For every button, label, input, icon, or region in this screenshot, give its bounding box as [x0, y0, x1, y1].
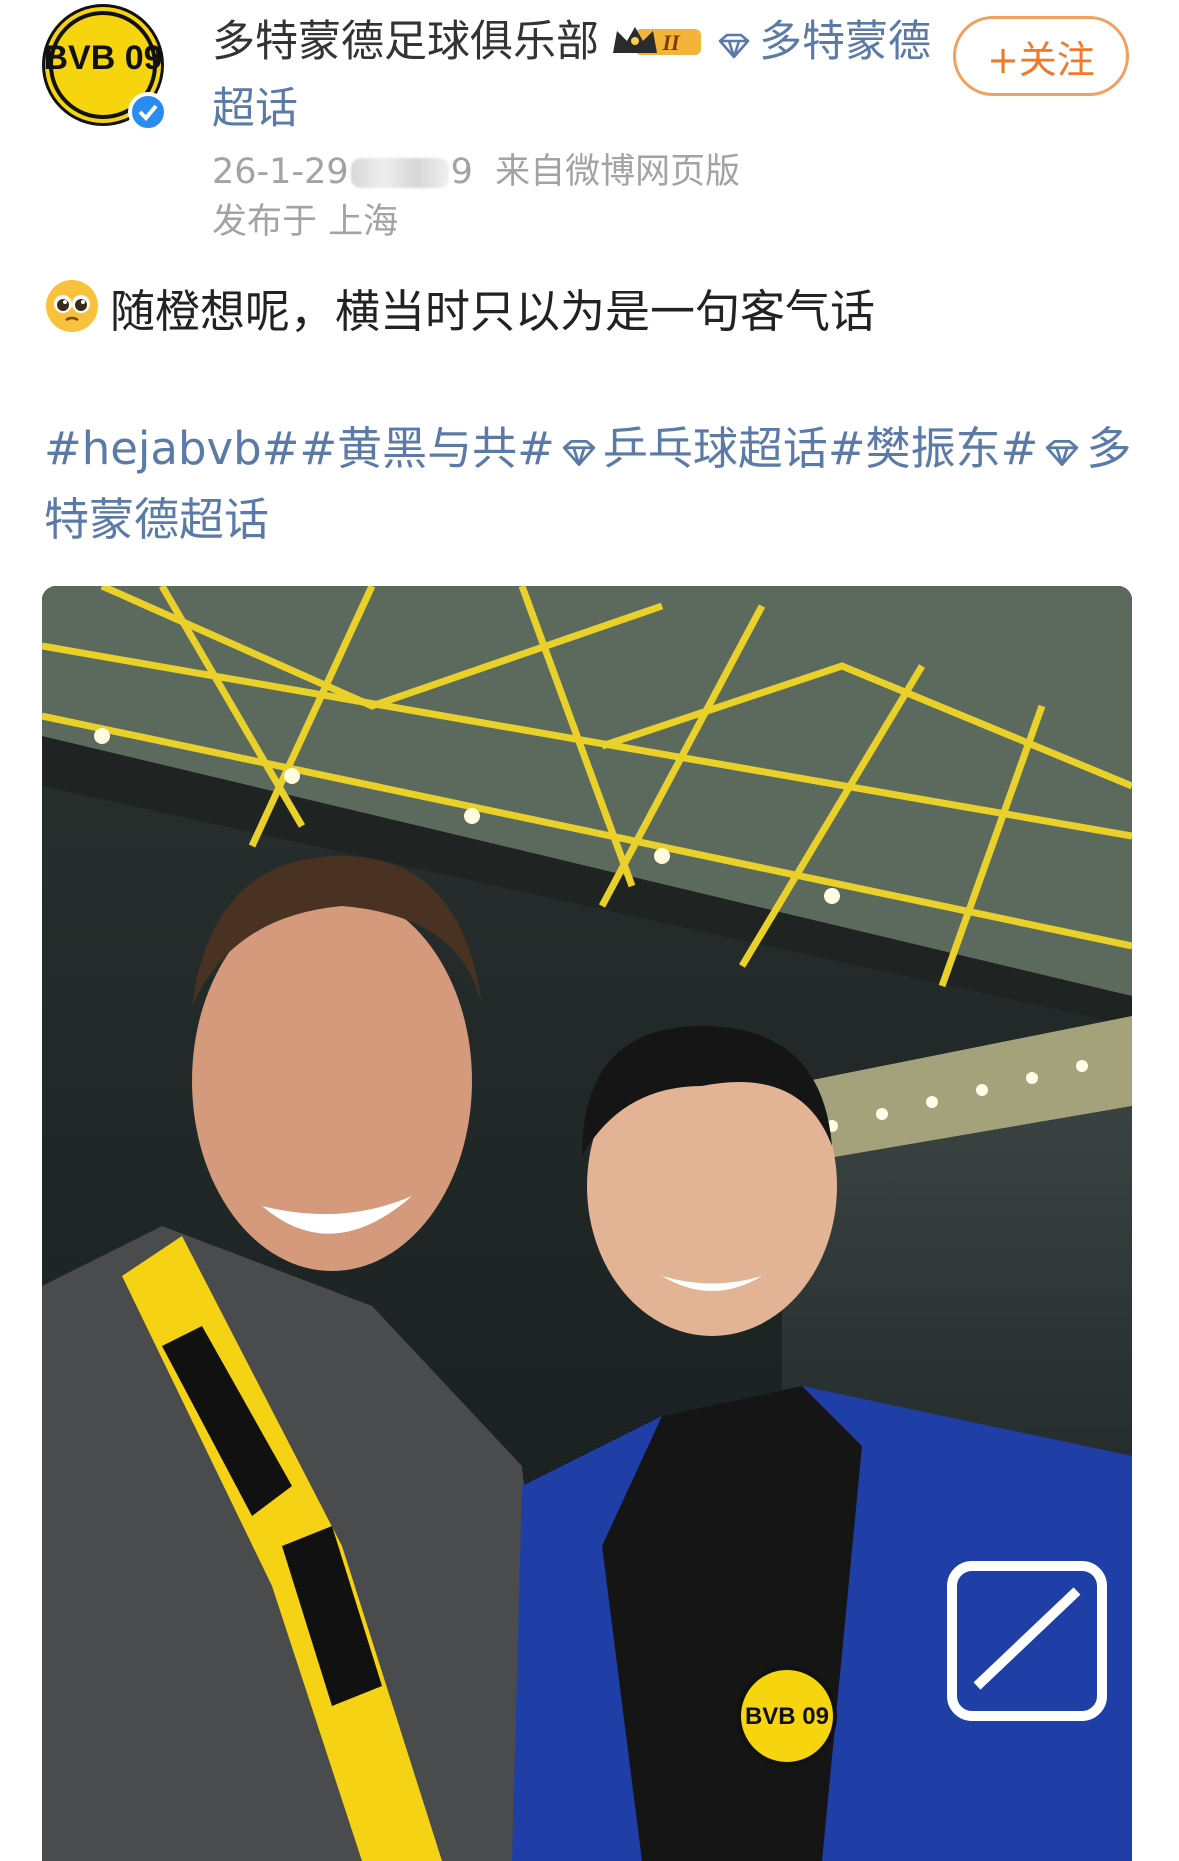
crown-badge-icon[interactable]: II — [609, 13, 705, 77]
post-date: 26-1-29 — [212, 151, 349, 192]
diamond-icon — [561, 418, 597, 486]
pleading-face-emoji-icon — [44, 278, 100, 352]
follow-button-label: +关注 — [987, 37, 1095, 82]
hashtag-hejabvb[interactable]: #hejabvb# — [44, 422, 299, 475]
hashtag-fanzhendong[interactable]: #樊振东# — [828, 422, 1038, 475]
hashtag-pingpong-supertopic[interactable]: 乒乓球超话 — [603, 422, 828, 475]
post-photo[interactable]: BVB 09 — [42, 586, 1132, 1861]
stadium-selfie-photo: BVB 09 — [42, 586, 1132, 1861]
crown-badge-text: II — [661, 30, 681, 55]
post-date-suffix: 9 — [450, 151, 473, 192]
hashtag-huangheiyugong[interactable]: #黄黑与共# — [299, 422, 554, 475]
jacket-logo-text: BVB 09 — [745, 1703, 829, 1730]
verified-badge-icon — [128, 92, 168, 132]
blurred-time — [350, 157, 449, 188]
hashtags: #hejabvb##黄黑与共# 乒乓球超话#樊振东# 多特蒙德超话 — [44, 415, 1154, 554]
post-body: 随橙想呢，横当时只以为是一句客气话 — [44, 278, 1144, 352]
post-source: 来自微博网页版 — [495, 151, 741, 192]
post-text: 随橙想呢，横当时只以为是一句客气话 — [110, 285, 876, 338]
post-header: 多特蒙德足球俱乐部 II 多特蒙德超话 26-1-29 9 来自微博网页版 发布于… — [212, 10, 932, 247]
follow-button[interactable]: +关注 — [953, 16, 1129, 96]
diamond-icon — [1044, 418, 1080, 486]
avatar-logo-text: BVB 09 — [45, 39, 161, 77]
post-meta: 26-1-29 9 来自微博网页版 — [212, 147, 932, 197]
diamond-icon — [717, 13, 751, 77]
post-location: 发布于 上海 — [212, 201, 399, 242]
author-name[interactable]: 多特蒙德足球俱乐部 — [212, 17, 599, 67]
